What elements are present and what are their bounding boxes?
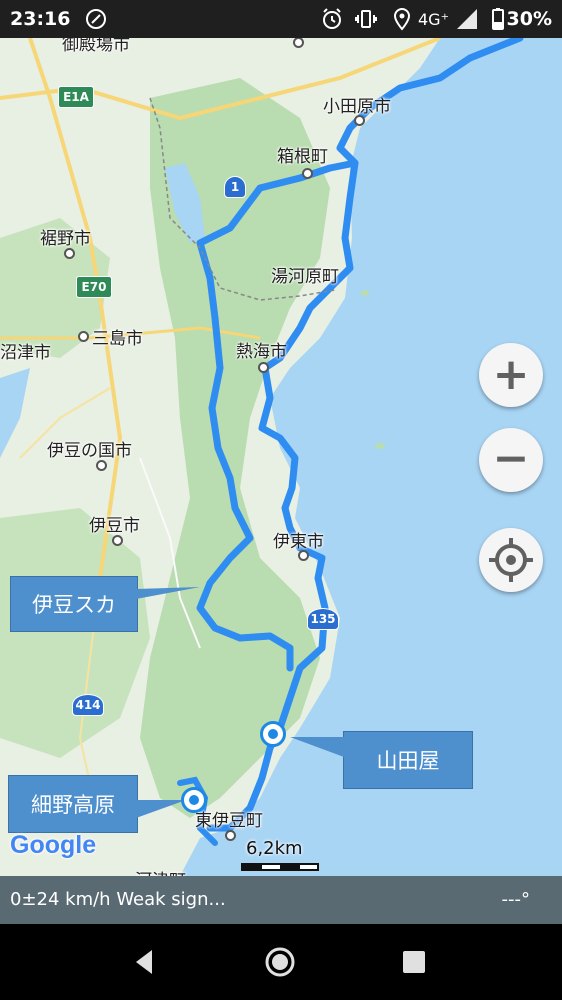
place-mishima: 三島市	[92, 329, 143, 349]
battery-percent: 30%	[506, 8, 552, 30]
place-dot-mishima	[78, 331, 89, 342]
network-type: 4G⁺	[418, 10, 450, 29]
place-dot-atami	[258, 362, 269, 373]
place-dot-izu	[112, 535, 123, 546]
place-dot-higashiizu	[225, 830, 236, 841]
android-nav-bar	[0, 924, 562, 1000]
annotation-hosono-kogen: 細野高原	[8, 775, 138, 833]
place-yugawara: 湯河原町	[271, 267, 339, 287]
speed-signal-text: 0±24 km/h Weak sign...	[10, 889, 226, 910]
location-icon	[393, 8, 411, 31]
island-2	[361, 290, 369, 296]
map-scale: 6,2km	[240, 838, 320, 873]
annotation-izu-skyline: 伊豆スカ	[10, 576, 138, 632]
my-location-button[interactable]	[479, 528, 543, 592]
recents-icon[interactable]	[398, 946, 430, 978]
place-numazu: 沼津市	[0, 343, 51, 363]
scale-bar	[241, 863, 319, 871]
location-marker-yamadaya[interactable]	[260, 721, 286, 747]
place-higashiizu: 東伊豆町	[195, 811, 263, 831]
place-odawara: 小田原市	[323, 97, 391, 117]
place-hakone: 箱根町	[277, 147, 328, 167]
place-kawazu: 河津町	[135, 866, 186, 876]
zoom-in-button[interactable]: +	[479, 343, 543, 407]
google-logo: Google	[10, 831, 96, 860]
road-shield-e1a: E1A	[58, 86, 94, 108]
island	[375, 443, 385, 449]
road-shield-1: 1	[224, 176, 246, 198]
road-shield-e70: E70	[76, 276, 112, 298]
status-time: 23:16	[10, 8, 71, 30]
plus-icon: +	[492, 349, 530, 400]
minus-icon: −	[492, 433, 530, 484]
annotation-yamadaya: 山田屋	[343, 731, 473, 789]
google-logo-text: Google	[10, 831, 97, 859]
zoom-out-button[interactable]: −	[479, 428, 543, 492]
road-shield-135: 135	[307, 608, 339, 630]
vibrate-icon	[355, 10, 377, 28]
place-ito: 伊東市	[273, 532, 324, 552]
place-susono: 裾野市	[40, 229, 91, 249]
location-marker-hosono[interactable]	[181, 787, 207, 813]
annotation-pointer-2	[290, 737, 344, 757]
place-atami: 熱海市	[236, 342, 287, 362]
road-shield-414: 414	[72, 694, 104, 716]
place-dot-hakone	[302, 168, 313, 179]
place-izu: 伊豆市	[89, 516, 140, 536]
alarm-icon	[323, 8, 341, 29]
home-icon[interactable]	[264, 946, 296, 978]
nfc-icon	[86, 9, 106, 29]
place-dot-ito	[298, 550, 309, 561]
signal-icon	[457, 9, 477, 29]
status-bar: 23:16 4G⁺ 30%	[0, 0, 562, 38]
heading-text: ---°	[501, 889, 531, 910]
place-izunokuni: 伊豆の国市	[47, 441, 132, 461]
back-icon[interactable]	[128, 946, 160, 978]
crosshair-icon	[489, 538, 533, 582]
annotation-pointer	[136, 587, 200, 599]
place-dot-susono	[64, 248, 75, 259]
map-view[interactable]: 御殿場市 小田原市 箱根町 裾野市 湯河原町 沼津市 三島市 熱海市 伊豆の国市…	[0, 38, 562, 876]
place-dot-izunokuni	[96, 460, 107, 471]
scale-label: 6,2km	[246, 838, 303, 859]
place-gotemba: 御殿場市	[62, 38, 130, 55]
gps-info-bar: 0±24 km/h Weak sign... ---°	[0, 876, 562, 924]
annotation-pointer-3	[136, 800, 186, 818]
